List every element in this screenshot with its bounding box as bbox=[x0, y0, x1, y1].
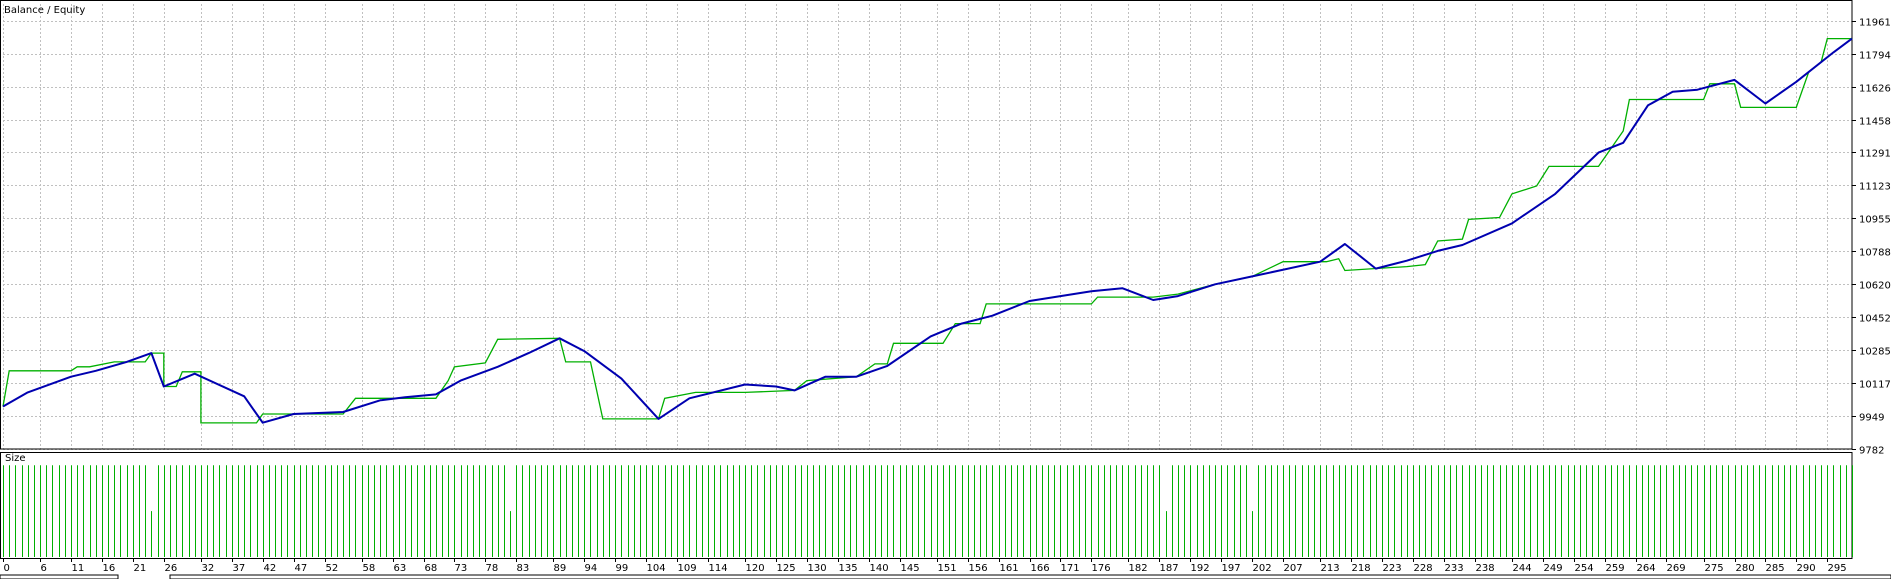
x-tick-label: 259 bbox=[1606, 563, 1625, 574]
x-tick-label: 52 bbox=[326, 563, 339, 574]
x-tick-label: 264 bbox=[1637, 563, 1656, 574]
x-tick-label: 151 bbox=[938, 563, 957, 574]
x-tick-label: 63 bbox=[394, 563, 407, 574]
y-tick-label: 10620 bbox=[1859, 281, 1891, 292]
y-tick-label: 10955 bbox=[1859, 215, 1891, 226]
legend-equity: Equity bbox=[54, 5, 86, 16]
x-tick-label: 182 bbox=[1129, 563, 1148, 574]
x-tick-label: 73 bbox=[455, 563, 468, 574]
x-tick-label: 47 bbox=[295, 563, 308, 574]
y-tick-label: 11291 bbox=[1859, 149, 1891, 160]
legend-separator: / bbox=[44, 5, 54, 16]
x-tick-label: 218 bbox=[1352, 563, 1371, 574]
y-tick-label: 11458 bbox=[1859, 117, 1891, 128]
legend: Balance / Equity bbox=[4, 5, 85, 16]
x-tick-label: 280 bbox=[1736, 563, 1755, 574]
x-tick-label: 233 bbox=[1445, 563, 1464, 574]
bottom-tabs bbox=[0, 574, 1891, 580]
y-tick-label: 10788 bbox=[1859, 248, 1891, 259]
x-tick-label: 26 bbox=[165, 563, 178, 574]
x-tick-label: 6 bbox=[41, 563, 47, 574]
x-tick-label: 238 bbox=[1476, 563, 1495, 574]
x-tick-label: 156 bbox=[969, 563, 988, 574]
y-tick-label: 10285 bbox=[1859, 347, 1891, 358]
x-tick-label: 290 bbox=[1797, 563, 1816, 574]
y-tick-label: 11794 bbox=[1859, 51, 1891, 62]
x-tick-label: 135 bbox=[839, 563, 858, 574]
x-tick-label: 68 bbox=[425, 563, 438, 574]
x-tick-label: 285 bbox=[1766, 563, 1785, 574]
x-tick-label: 244 bbox=[1513, 563, 1532, 574]
x-tick-label: 254 bbox=[1575, 563, 1594, 574]
x-tick-label: 187 bbox=[1160, 563, 1179, 574]
y-tick-label: 9949 bbox=[1859, 413, 1884, 424]
y-tick-label: 9782 bbox=[1859, 446, 1884, 457]
x-tick-label: 42 bbox=[264, 563, 277, 574]
x-tick-label: 130 bbox=[808, 563, 827, 574]
x-tick-label: 176 bbox=[1092, 563, 1111, 574]
x-tick-label: 114 bbox=[709, 563, 728, 574]
x-tick-label: 145 bbox=[901, 563, 920, 574]
x-tick-label: 125 bbox=[777, 563, 796, 574]
x-tick-label: 109 bbox=[678, 563, 697, 574]
x-tick-label: 207 bbox=[1284, 563, 1303, 574]
x-tick-label: 83 bbox=[517, 563, 530, 574]
x-tick-label: 197 bbox=[1222, 563, 1241, 574]
x-tick-label: 120 bbox=[746, 563, 765, 574]
x-tick-label: 37 bbox=[233, 563, 246, 574]
bottom-tab-left[interactable] bbox=[0, 574, 119, 580]
x-tick-label: 89 bbox=[554, 563, 567, 574]
x-tick-label: 94 bbox=[585, 563, 598, 574]
x-tick-label: 104 bbox=[647, 563, 666, 574]
svg-text:Balance / Equity: Balance / Equity bbox=[4, 5, 85, 16]
x-tick-label: 171 bbox=[1061, 563, 1080, 574]
size-label: Size bbox=[5, 453, 26, 464]
x-tick-label: 16 bbox=[103, 563, 116, 574]
bottom-tab-right[interactable] bbox=[169, 574, 1891, 580]
y-tick-label: 10452 bbox=[1859, 314, 1891, 325]
x-tick-label: 269 bbox=[1667, 563, 1686, 574]
x-tick-label: 78 bbox=[486, 563, 499, 574]
chart-container: 9782 9949 10117 10285 10452 10620 10788 10955 11… bbox=[0, 0, 1891, 580]
x-tick-label: 99 bbox=[616, 563, 629, 574]
legend-balance: Balance bbox=[4, 5, 44, 16]
x-tick-label: 223 bbox=[1383, 563, 1402, 574]
balance-equity-chart: 9782994910117102851045210620107881095511… bbox=[0, 0, 1891, 580]
x-tick-label: 166 bbox=[1031, 563, 1050, 574]
x-tick-label: 161 bbox=[1000, 563, 1019, 574]
x-tick-label: 213 bbox=[1321, 563, 1340, 574]
x-tick-label: 249 bbox=[1544, 563, 1563, 574]
x-tick-label: 192 bbox=[1191, 563, 1210, 574]
x-tick-label: 11 bbox=[72, 563, 85, 574]
x-tick-label: 140 bbox=[870, 563, 889, 574]
x-tick-label: 295 bbox=[1828, 563, 1847, 574]
x-tick-label: 58 bbox=[363, 563, 376, 574]
y-tick-label: 10117 bbox=[1859, 380, 1891, 391]
y-tick-label: 11961 bbox=[1859, 18, 1891, 29]
x-tick-label: 32 bbox=[202, 563, 215, 574]
x-tick-label: 228 bbox=[1414, 563, 1433, 574]
x-tick-label: 21 bbox=[134, 563, 147, 574]
chart-background bbox=[0, 0, 1891, 579]
y-tick-label: 11626 bbox=[1859, 84, 1891, 95]
y-tick-label: 11123 bbox=[1859, 182, 1891, 193]
x-tick-label: 202 bbox=[1253, 563, 1272, 574]
x-tick-label: 275 bbox=[1705, 563, 1724, 574]
x-tick-label: 0 bbox=[4, 563, 10, 574]
